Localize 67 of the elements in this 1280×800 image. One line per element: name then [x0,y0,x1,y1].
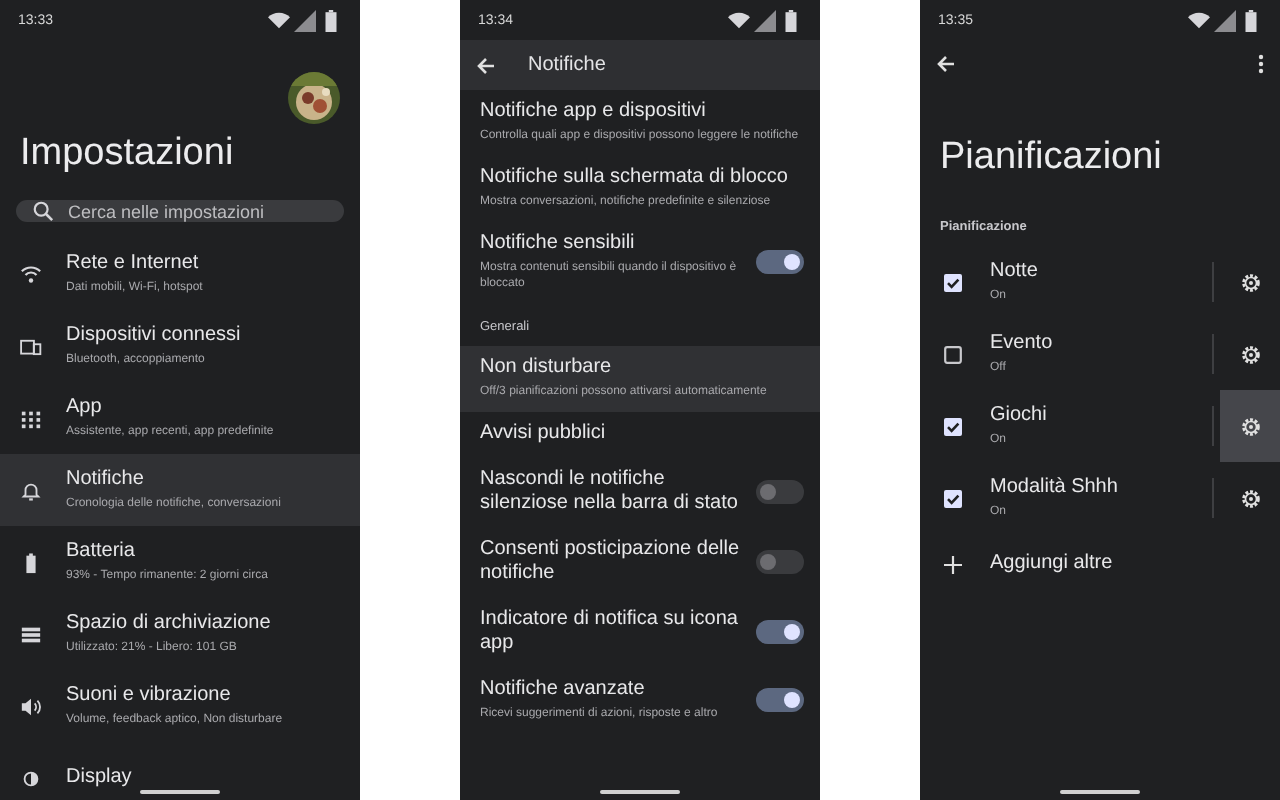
item-title: Spazio di archiviazione [66,612,271,636]
item-title: Rete e Internet [66,252,201,276]
item-title: Notifiche app e dispositivi [480,100,708,124]
toggle-switch[interactable] [756,250,804,274]
item-title: Notifiche sensibili [480,232,637,256]
add-schedule-item[interactable]: Aggiungi altre [920,534,1280,594]
battery-icon [20,551,42,573]
checkbox[interactable] [944,417,962,435]
schedule-name: Giochi [990,404,1049,428]
item-title: App [66,396,104,420]
item-title: Notifiche avanzate [480,678,647,702]
checkbox[interactable] [944,273,962,291]
item-title: Avvisi pubblici [480,422,608,446]
settings-icon [1239,487,1261,509]
wifi-icon [20,263,42,285]
item-title: Consenti posticipazione delle notifiche [480,538,740,586]
battery-icon [780,9,802,31]
bell-icon [20,479,42,501]
schedule-name: Modalità Shhh [990,476,1120,500]
settings-button[interactable] [1220,390,1280,462]
toggle-switch[interactable] [756,688,804,712]
search-field[interactable]: Cerca nelle impostazioni [16,200,344,222]
toggle-switch[interactable] [756,550,804,574]
wifi-icon [1188,9,1210,31]
speaker-icon [20,695,42,717]
item-title: Indicatore di notifica su icona app [480,608,740,656]
battery-icon [1240,9,1262,31]
page-title: Impostazioni [20,130,236,178]
settings-icon [1239,415,1261,437]
schedule-name: Evento [990,332,1055,356]
settings-item[interactable]: Nascondi le notifiche silenziose nella barra di stato [460,458,820,528]
settings-icon [1239,343,1261,365]
apps-grid-icon [20,407,42,429]
devices-icon [20,335,42,357]
search-icon [32,200,54,222]
wifi-icon [728,9,750,31]
page-title: Pianificazioni [940,134,1164,182]
settings-item[interactable]: Indicatore di notifica su icona app [460,598,820,668]
settings-item[interactable]: Display [0,742,360,800]
item-title: Notifiche sulla schermata di blocco [480,166,790,190]
toggle-switch[interactable] [756,480,804,504]
settings-item[interactable]: Avvisi pubblici [460,412,820,458]
wifi-icon [268,9,290,31]
battery-icon [320,9,342,31]
checkbox[interactable] [944,489,962,507]
signal-icon [294,9,316,31]
back-icon[interactable] [936,54,956,74]
back-icon[interactable] [476,55,496,75]
schedule-name: Notte [990,260,1040,284]
toggle-switch[interactable] [756,620,804,644]
item-title: Suoni e vibrazione [66,684,233,708]
item-title: Non disturbare [480,356,614,380]
item-title: Display [66,766,132,790]
storage-icon [20,623,42,645]
settings-item[interactable]: Consenti posticipazione delle notifiche [460,528,820,598]
more-options-icon[interactable] [1258,54,1264,74]
item-title: Batteria [66,540,137,564]
settings-icon [1239,271,1261,293]
item-title: Dispositivi connessi [66,324,241,348]
checkbox[interactable] [944,345,962,363]
brightness-icon [20,767,42,789]
signal-icon [754,9,776,31]
item-title: Notifiche [66,468,146,492]
plus-icon [944,555,962,573]
item-title: Nascondi le notifiche silenziose nella barra di stato [480,468,740,516]
screen-title: Notifiche [528,54,606,76]
signal-icon [1214,9,1236,31]
